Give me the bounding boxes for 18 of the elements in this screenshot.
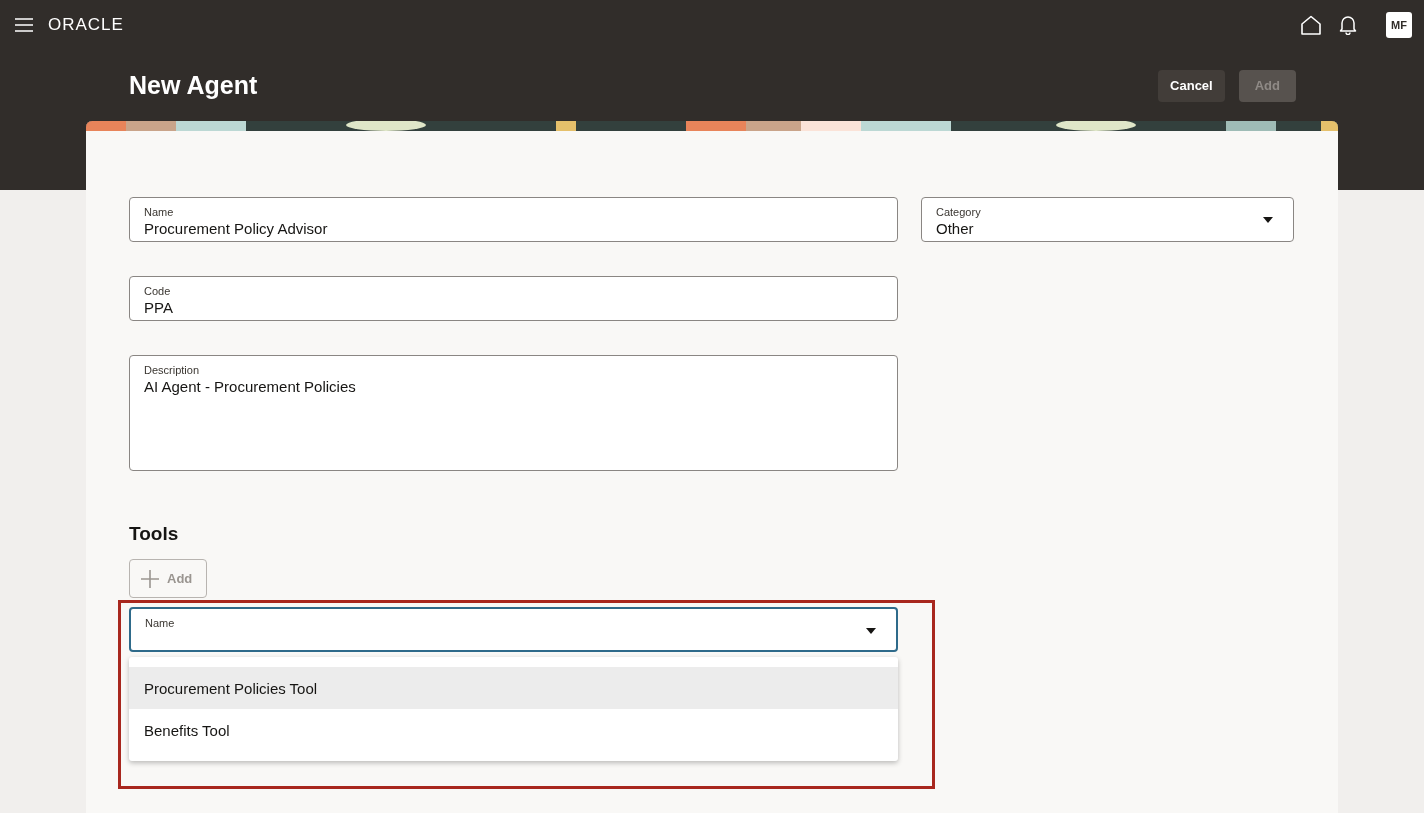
caret-icon: [1263, 217, 1273, 223]
description-field[interactable]: Description AI Agent - Procurement Policies: [129, 355, 898, 471]
notification-bell-icon[interactable]: [1339, 15, 1357, 35]
category-select[interactable]: Category Other: [921, 197, 1294, 242]
code-field[interactable]: Code PPA: [129, 276, 898, 321]
dropdown-option[interactable]: Procurement Policies Tool: [129, 667, 898, 709]
menu-icon[interactable]: [14, 18, 34, 32]
cancel-button[interactable]: Cancel: [1158, 69, 1225, 102]
name-field[interactable]: Name Procurement Policy Advisor: [129, 197, 898, 242]
dropdown-option[interactable]: Benefits Tool: [129, 709, 898, 751]
page-title: New Agent: [129, 71, 258, 100]
section-heading: Tools: [129, 523, 180, 545]
brand-logo: ORACLE: [48, 15, 124, 35]
user-avatar[interactable]: MF: [1386, 12, 1412, 38]
caret-icon: [866, 628, 876, 634]
tool-name-select[interactable]: Name: [129, 607, 898, 652]
home-icon[interactable]: [1300, 15, 1322, 35]
plus-icon: [141, 569, 159, 588]
